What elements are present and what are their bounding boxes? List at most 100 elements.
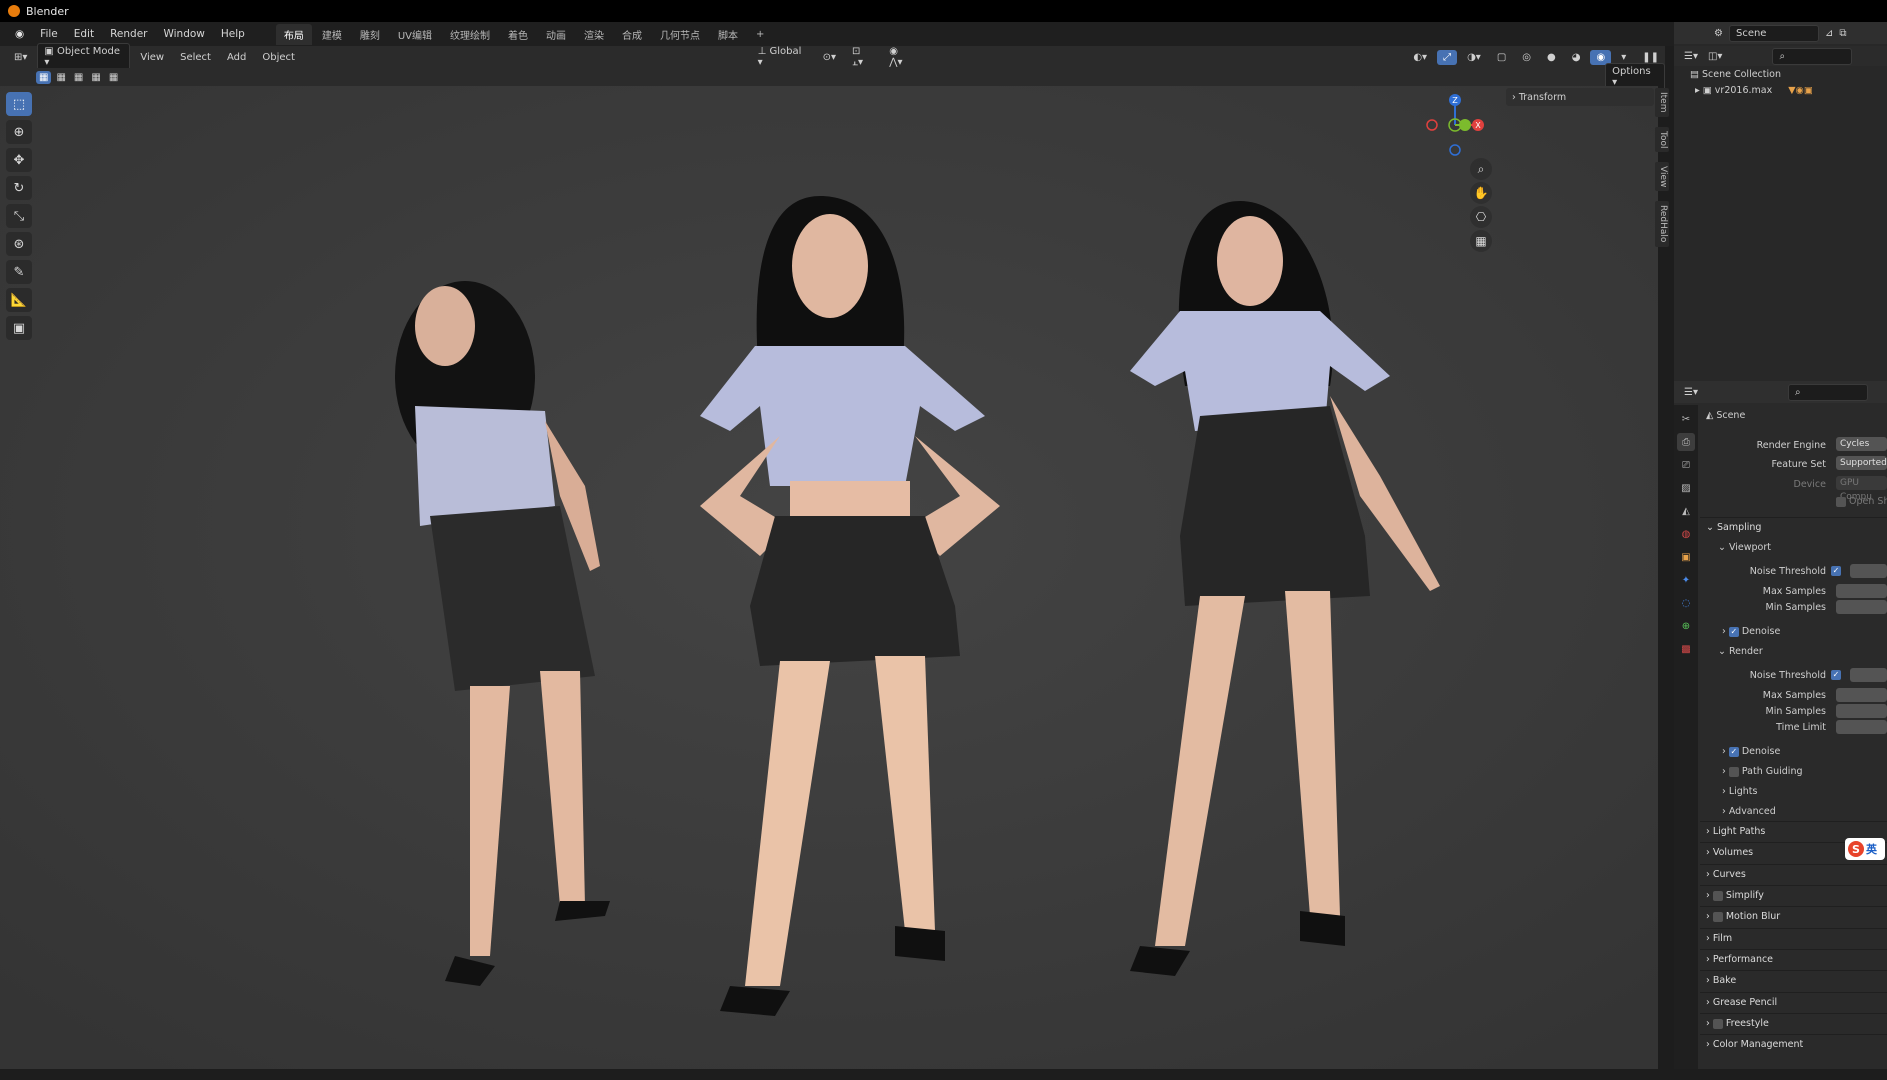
select-box-icon[interactable]: ⬚ — [6, 92, 32, 116]
transform-panel-header[interactable]: › Transform — [1506, 88, 1654, 106]
render-min-samples-field[interactable] — [1836, 704, 1887, 718]
select-subtract-icon[interactable]: ▦ — [71, 71, 86, 84]
properties-editor-icon[interactable]: ☰▾ — [1684, 387, 1698, 398]
scene-props-icon[interactable]: ◭ — [1677, 502, 1695, 520]
object-menu[interactable]: Object — [256, 50, 301, 65]
section-sampling[interactable]: ⌄ Sampling — [1700, 517, 1887, 537]
pan-hand-icon[interactable]: ✋ — [1470, 182, 1492, 204]
blender-menu-icon[interactable]: ◉ — [8, 25, 31, 43]
outliner-search-input[interactable]: ⌕ — [1772, 47, 1853, 65]
menu-help[interactable]: Help — [214, 25, 252, 43]
section-curves[interactable]: › Curves — [1700, 864, 1887, 884]
constraints-props-icon[interactable]: ⊕ — [1677, 617, 1695, 635]
render-noise-threshold-checkbox[interactable]: ✓ — [1831, 670, 1841, 680]
display-mode-icon[interactable]: ◫▾ — [1708, 51, 1722, 62]
render-max-samples-field[interactable] — [1836, 688, 1887, 702]
ime-indicator[interactable]: S 英 — [1845, 838, 1885, 860]
subsection-render[interactable]: ⌄ Render — [1718, 646, 1763, 657]
time-limit-field[interactable] — [1836, 720, 1887, 734]
scene-selector[interactable]: Scene — [1728, 24, 1819, 42]
properties-search-input[interactable]: ⌕ — [1787, 383, 1868, 401]
modifier-props-icon[interactable]: ✦ — [1677, 571, 1695, 589]
outliner-scene-collection[interactable]: ▤ Scene Collection — [1690, 69, 1781, 80]
outliner-editor-icon[interactable]: ☰▾ — [1684, 51, 1698, 62]
tab-item[interactable]: Item — [1655, 88, 1669, 117]
tab-sculpting[interactable]: 雕刻 — [352, 24, 388, 45]
orientation-selector[interactable]: ⊥ Global ▾ — [752, 44, 813, 70]
tab-texture-paint[interactable]: 纹理绘制 — [442, 24, 498, 45]
lights-subsection[interactable]: › Lights — [1722, 786, 1758, 797]
tab-scripting[interactable]: 脚本 — [710, 24, 746, 45]
tab-view[interactable]: View — [1655, 161, 1669, 192]
move-icon[interactable]: ✥ — [6, 148, 32, 172]
select-invert-icon[interactable]: ▦ — [88, 71, 103, 84]
section-simplify[interactable]: › Simplify — [1700, 885, 1887, 905]
feature-set-select[interactable]: Supported — [1836, 456, 1887, 470]
snap-icon[interactable]: ⊡ ⫠▾ — [846, 44, 879, 70]
add-cube-icon[interactable]: ▣ — [6, 316, 32, 340]
tab-uv-editing[interactable]: UV编辑 — [390, 24, 440, 45]
tab-redhalo[interactable]: RedHalo — [1655, 201, 1669, 247]
render-noise-threshold-field[interactable] — [1850, 668, 1887, 682]
viewport-max-samples-field[interactable] — [1836, 584, 1887, 598]
shading-solid-icon[interactable]: ● — [1541, 50, 1562, 65]
tab-shading[interactable]: 着色 — [500, 24, 536, 45]
gizmo-toggle-icon[interactable]: ⤢ — [1437, 49, 1458, 65]
render-engine-select[interactable]: Cycles — [1836, 437, 1887, 451]
visibility-icon[interactable]: ◐▾ — [1407, 50, 1433, 65]
overlay-icon[interactable]: ◑▾ — [1461, 50, 1487, 65]
grid-perspective-icon[interactable]: ▦ — [1470, 230, 1492, 252]
select-menu[interactable]: Select — [174, 50, 217, 65]
texture-props-icon[interactable]: ▩ — [1677, 640, 1695, 658]
new-scene-icon[interactable]: ⧉ — [1839, 28, 1846, 39]
tab-geometry-nodes[interactable]: 几何节点 — [652, 24, 708, 45]
section-bake[interactable]: › Bake — [1700, 970, 1887, 990]
section-freestyle[interactable]: › Freestyle — [1700, 1013, 1887, 1033]
viewport-min-samples-field[interactable] — [1836, 600, 1887, 614]
shading-material-icon[interactable]: ◕ — [1566, 50, 1587, 65]
section-grease-pencil[interactable]: › Grease Pencil — [1700, 992, 1887, 1012]
tab-rendering[interactable]: 渲染 — [576, 24, 612, 45]
world-props-icon[interactable]: ◍ — [1677, 525, 1695, 543]
tab-animation[interactable]: 动画 — [538, 24, 574, 45]
advanced-subsection[interactable]: › Advanced — [1722, 806, 1776, 817]
camera-icon[interactable]: ⎔ — [1470, 206, 1492, 228]
open-shading-checkbox[interactable]: Open Shac — [1836, 496, 1887, 507]
zoom-icon[interactable]: ⌕ — [1470, 158, 1492, 180]
object-props-icon[interactable]: ▣ — [1677, 548, 1695, 566]
3d-viewport[interactable] — [0, 86, 1658, 1069]
outliner-item[interactable]: ▸ ▣ vr2016.max ▼◉▣ — [1695, 85, 1813, 96]
proportional-edit-icon[interactable]: ◉ ⋀▾ — [883, 44, 919, 70]
shading-wire-icon[interactable]: ◎ — [1516, 50, 1537, 65]
viewport-denoise-toggle[interactable]: › ✓ Denoise — [1722, 626, 1780, 637]
add-workspace-button[interactable]: + — [748, 26, 772, 43]
menu-file[interactable]: File — [33, 25, 65, 43]
tab-compositing[interactable]: 合成 — [614, 24, 650, 45]
output-props-icon[interactable]: ⎚ — [1677, 456, 1695, 474]
render-props-icon[interactable]: ⎙ — [1677, 433, 1695, 451]
select-extend-icon[interactable]: ▦ — [53, 71, 68, 84]
rotate-icon[interactable]: ↻ — [6, 176, 32, 200]
subsection-viewport[interactable]: ⌄ Viewport — [1718, 542, 1771, 553]
cursor-icon[interactable]: ⊕ — [6, 120, 32, 144]
section-performance[interactable]: › Performance — [1700, 949, 1887, 969]
menu-window[interactable]: Window — [156, 25, 211, 43]
viewport-noise-threshold-field[interactable] — [1850, 564, 1887, 578]
menu-render[interactable]: Render — [103, 25, 154, 43]
view-menu[interactable]: View — [134, 50, 170, 65]
mode-selector[interactable]: ▣ Object Mode ▾ — [37, 43, 131, 71]
select-intersect-icon[interactable]: ▦ — [106, 71, 121, 84]
physics-props-icon[interactable]: ◌ — [1677, 594, 1695, 612]
transform-icon[interactable]: ⊛ — [6, 232, 32, 256]
tab-modeling[interactable]: 建模 — [314, 24, 350, 45]
navigation-gizmo[interactable]: Z X — [1420, 90, 1490, 160]
scale-icon[interactable]: ⤡ — [6, 204, 32, 228]
tool-props-icon[interactable]: ✂ — [1677, 410, 1695, 428]
add-menu[interactable]: Add — [221, 50, 252, 65]
section-color-management[interactable]: › Color Management — [1700, 1034, 1887, 1054]
select-new-icon[interactable]: ▦ — [36, 70, 52, 84]
section-film[interactable]: › Film — [1700, 928, 1887, 948]
tab-layout[interactable]: 布局 — [275, 23, 312, 45]
viewport-noise-threshold-checkbox[interactable]: ✓ — [1831, 566, 1841, 576]
pin-icon[interactable]: ⊿ — [1825, 28, 1833, 39]
